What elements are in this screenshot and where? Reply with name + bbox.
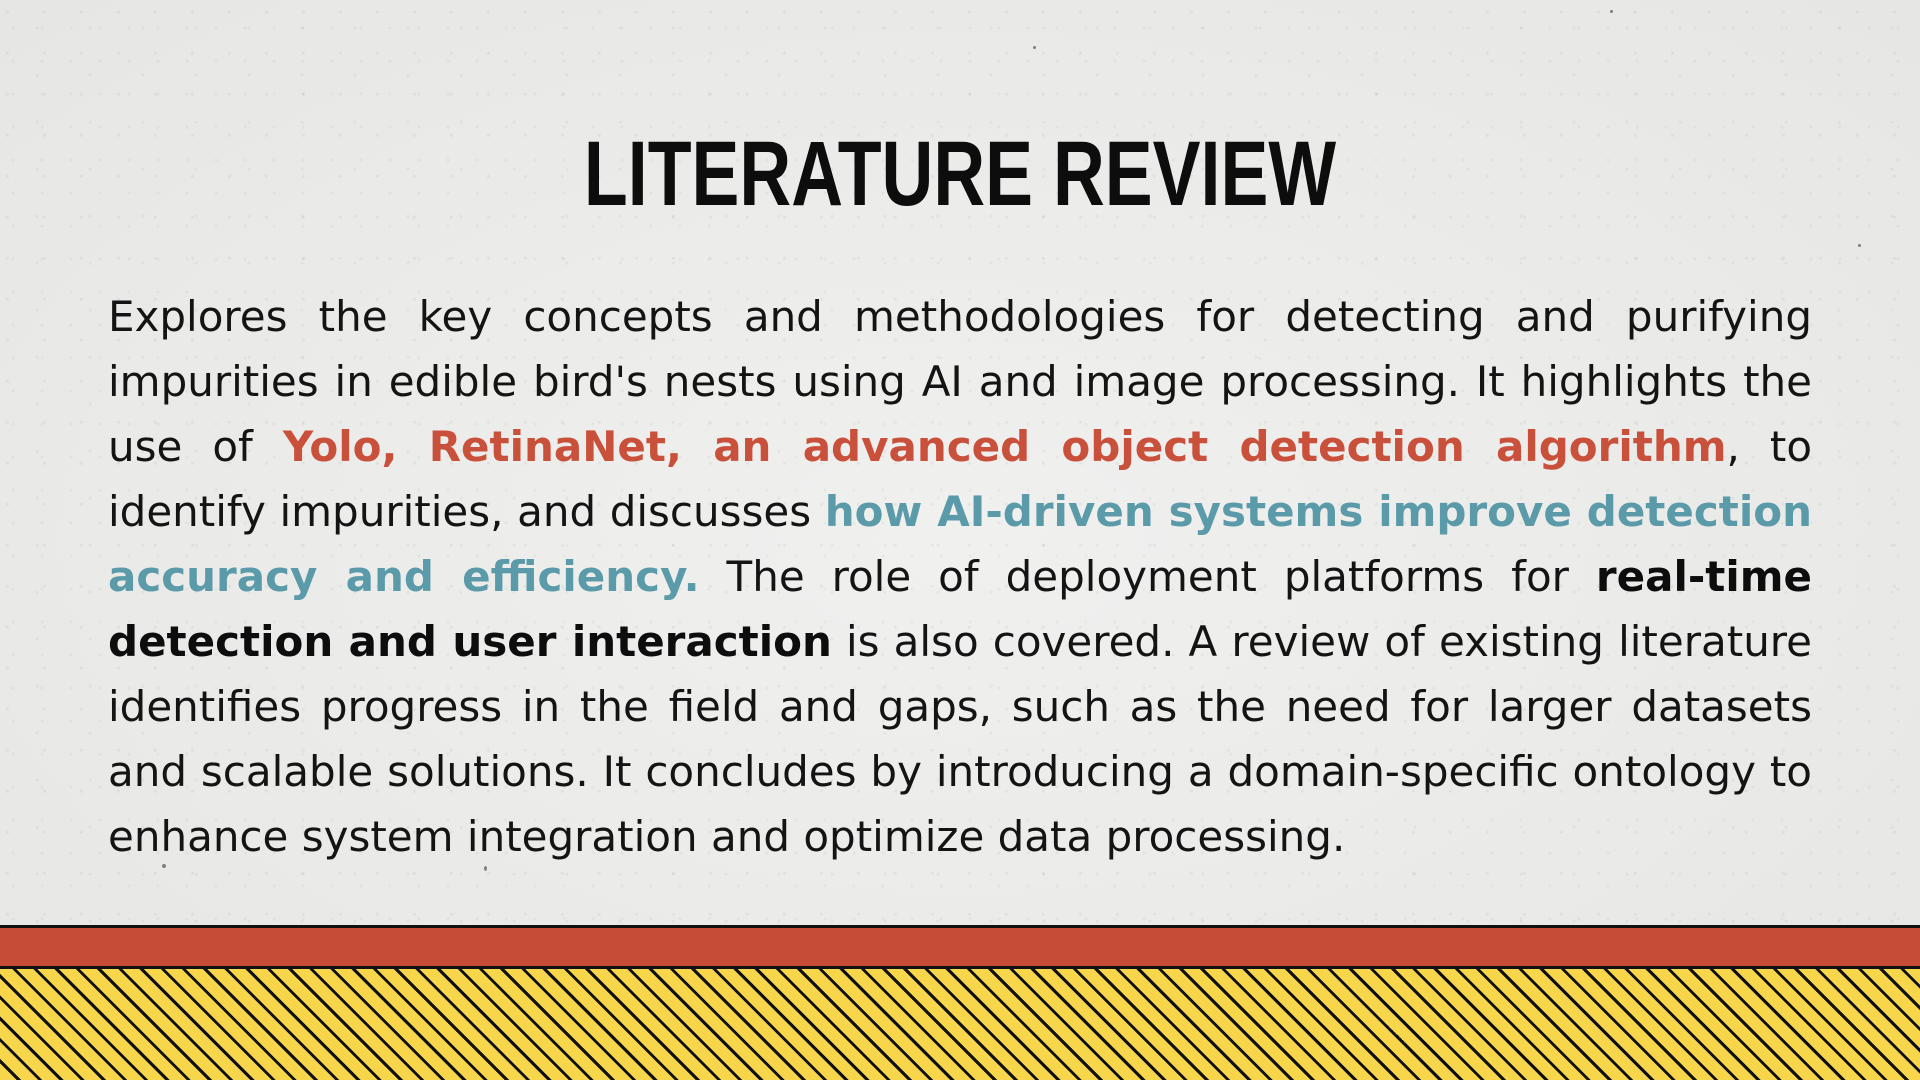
footer-red-band — [0, 928, 1920, 966]
footer-hazard-stripes — [0, 969, 1920, 1080]
paragraph-text: The role of deployment platforms for — [699, 552, 1596, 601]
literature-review-paragraph: Explores the key concepts and methodolog… — [108, 284, 1812, 869]
paper-speck — [1610, 10, 1613, 13]
paper-speck — [1858, 244, 1861, 247]
highlight-algorithms: Yolo, RetinaNet, an advanced object dete… — [282, 422, 1727, 471]
slide-title: LITERATURE REVIEW — [583, 123, 1337, 225]
paper-speck — [1033, 46, 1036, 49]
